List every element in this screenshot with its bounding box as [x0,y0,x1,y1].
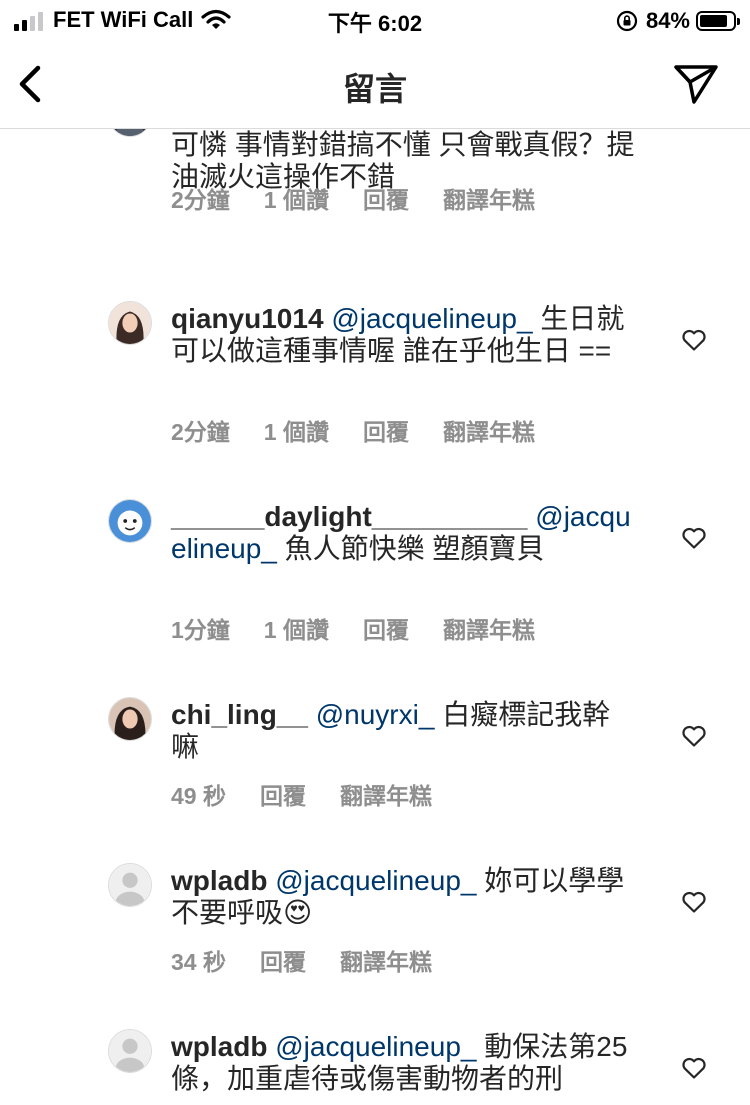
comment-username[interactable]: wpladb [171,865,267,896]
comment-mention[interactable]: @jacquelineup_ [275,1031,476,1062]
comment-body: chi_ling__ @nuyrxi_ 白癡標記我幹嘛 [171,699,636,763]
comment-likes[interactable]: 1 個讚 [264,413,329,447]
comment-meta: 34 秒 回覆 翻譯年糕 [171,943,432,977]
reply-button[interactable]: 回覆 [260,943,306,977]
battery-fill [700,15,727,27]
heart-icon[interactable] [681,890,707,914]
avatar-cartoon-icon[interactable] [108,499,152,543]
comment-likes[interactable]: 1 個讚 [264,611,329,645]
comment-mention[interactable]: @jacquelineup_ [331,303,532,334]
comment-body: wpladb @jacquelineup_ 妳可以學學不要呼吸😍 [171,865,636,929]
comment-meta: 1分鐘 1 個讚 回覆 翻譯年糕 [171,611,535,645]
comment-mention[interactable]: @nuyrxi_ [316,699,435,730]
comment-username[interactable]: qianyu1014 [171,303,324,334]
avatar-default-icon[interactable] [108,863,152,907]
page-title: 留言 [342,71,407,107]
status-bar: FET WiFi Call 下午 6:02 84% [0,0,750,42]
comment-body: qianyu1014 @jacquelineup_ 生日就可以做這種事情喔 誰在… [171,303,636,367]
comment-text: 魚人節快樂 塑顏寶貝 [284,533,545,564]
reply-button[interactable]: 回覆 [363,413,409,447]
avatar-portrait-icon[interactable] [108,301,152,345]
translate-button[interactable]: 翻譯年糕 [443,413,535,447]
wifi-icon [201,9,231,29]
comments-header: 留言 [0,42,750,129]
battery-percent: 84% [645,8,690,33]
avatar-portrait-icon[interactable] [108,697,152,741]
comment-meta: 2分鐘 1 個讚 回覆 翻譯年糕 [171,181,535,215]
comment-username[interactable]: ______daylight__________ [171,501,528,532]
comment-meta: 49 秒 回覆 翻譯年糕 [171,777,432,811]
heart-icon[interactable] [681,526,707,550]
battery-icon [696,11,740,31]
status-left: FET WiFi Call [14,7,231,33]
comment-time: 34 秒 [171,949,226,975]
translate-button[interactable]: 翻譯年糕 [340,777,432,811]
comment-time: 2分鐘 [171,419,230,445]
translate-button[interactable]: 翻譯年糕 [443,181,535,215]
comment-time: 1分鐘 [171,617,230,643]
comment-username[interactable]: wpladb [171,1031,267,1062]
heart-icon[interactable] [681,724,707,748]
reply-button[interactable]: 回覆 [363,611,409,645]
comment-username[interactable]: chi_ling__ [171,699,308,730]
avatar-default-icon[interactable] [108,1029,152,1073]
comment-body: ______daylight__________ @jacquelineup_ … [171,501,636,565]
comment-mention[interactable]: @jacquelineup_ [275,865,476,896]
status-right: 84% [616,8,740,34]
send-icon[interactable] [672,62,720,106]
orientation-lock-icon [616,10,638,32]
signal-icon [14,9,43,31]
comment-likes[interactable]: 1 個讚 [264,181,329,215]
reply-button[interactable]: 回覆 [363,181,409,215]
translate-button[interactable]: 翻譯年糕 [443,611,535,645]
heart-icon[interactable] [681,1056,707,1080]
comment-meta: 2分鐘 1 個讚 回覆 翻譯年糕 [171,413,535,447]
carrier-label: FET WiFi Call [53,7,194,32]
heart-icon[interactable] [681,328,707,352]
comments-list[interactable]: 可憐 事情對錯搞不懂 只會戰真假？提油滅火這操作不錯 2分鐘 1 個讚 回覆 翻… [0,129,750,1105]
comment-time: 49 秒 [171,783,226,809]
comment-body: wpladb @jacquelineup_ 動保法第25條，加重虐待或傷害動物者… [171,1031,636,1095]
translate-button[interactable]: 翻譯年糕 [340,943,432,977]
comment-time: 2分鐘 [171,187,230,213]
avatar-dark-icon[interactable] [108,129,152,137]
reply-button[interactable]: 回覆 [260,777,306,811]
back-arrow-icon[interactable] [14,62,48,106]
